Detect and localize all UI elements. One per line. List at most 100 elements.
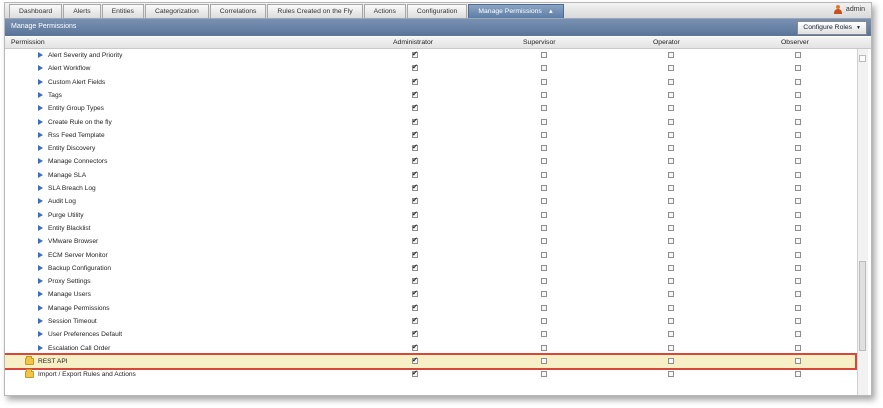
observer-checkbox[interactable]	[795, 331, 801, 338]
expand-arrow-icon[interactable]	[38, 318, 43, 324]
operator-checkbox[interactable]	[668, 52, 674, 58]
observer-checkbox[interactable]	[795, 224, 801, 231]
administrator-checkbox[interactable]	[412, 90, 418, 98]
supervisor-checkbox[interactable]	[541, 145, 547, 152]
administrator-checkbox[interactable]	[412, 329, 418, 338]
operator-checkbox[interactable]	[668, 105, 674, 112]
tab-entities[interactable]: Entities	[101, 4, 144, 18]
expand-arrow-icon[interactable]	[38, 78, 43, 85]
supervisor-checkbox[interactable]	[541, 131, 547, 138]
operator-checkbox[interactable]	[668, 185, 674, 191]
permission-row[interactable]: REST API	[5, 352, 857, 370]
expand-arrow-icon[interactable]	[38, 198, 43, 205]
expand-arrow-icon[interactable]	[38, 251, 43, 258]
permission-row[interactable]: Tags	[5, 89, 855, 102]
observer-checkbox[interactable]	[795, 344, 801, 351]
observer-checkbox[interactable]	[795, 357, 801, 364]
tab-menu-icon[interactable]: ▲	[548, 9, 554, 15]
tab-alerts[interactable]: Alerts	[63, 4, 101, 18]
permission-row[interactable]: VMware Browser	[5, 235, 855, 248]
permission-row[interactable]: Purge Utility	[5, 209, 855, 222]
supervisor-checkbox[interactable]	[541, 371, 547, 378]
configure-roles-button[interactable]: Configure Roles ▼	[797, 21, 867, 35]
operator-checkbox[interactable]	[668, 304, 674, 311]
observer-checkbox[interactable]	[795, 304, 801, 311]
observer-checkbox[interactable]	[795, 264, 801, 271]
operator-checkbox[interactable]	[668, 251, 674, 258]
administrator-checkbox[interactable]	[412, 369, 418, 378]
operator-checkbox[interactable]	[668, 158, 674, 165]
supervisor-checkbox[interactable]	[541, 344, 547, 351]
supervisor-checkbox[interactable]	[541, 198, 547, 205]
expand-arrow-icon[interactable]	[38, 278, 43, 285]
administrator-checkbox[interactable]	[412, 156, 418, 165]
expand-arrow-icon[interactable]	[38, 304, 43, 311]
supervisor-checkbox[interactable]	[541, 91, 547, 98]
operator-checkbox[interactable]	[668, 65, 674, 72]
operator-checkbox[interactable]	[668, 331, 674, 338]
administrator-checkbox[interactable]	[412, 196, 418, 205]
tab-dashboard[interactable]: Dashboard	[9, 4, 63, 18]
operator-checkbox[interactable]	[668, 91, 674, 98]
supervisor-checkbox[interactable]	[541, 331, 547, 338]
operator-checkbox[interactable]	[668, 145, 674, 152]
tab-configuration[interactable]: Configuration	[406, 4, 468, 18]
permission-row[interactable]: Entity Blacklist	[5, 222, 855, 235]
expand-arrow-icon[interactable]	[38, 131, 43, 138]
user-menu[interactable]: admin	[833, 5, 865, 14]
permission-row[interactable]: Backup Configuration	[5, 262, 855, 275]
administrator-checkbox[interactable]	[412, 103, 418, 112]
permission-row[interactable]: SLA Breach Log	[5, 182, 855, 195]
operator-checkbox[interactable]	[668, 238, 674, 245]
administrator-checkbox[interactable]	[412, 356, 418, 364]
permission-row[interactable]: ECM Server Monitor	[5, 249, 855, 262]
administrator-checkbox[interactable]	[412, 236, 418, 245]
supervisor-checkbox[interactable]	[541, 211, 547, 218]
administrator-checkbox[interactable]	[412, 343, 418, 351]
permission-row[interactable]: Manage SLA	[5, 169, 855, 182]
permission-row[interactable]: Manage Connectors	[5, 155, 855, 168]
administrator-checkbox[interactable]	[412, 50, 418, 58]
operator-checkbox[interactable]	[668, 318, 674, 324]
supervisor-checkbox[interactable]	[541, 264, 547, 271]
administrator-checkbox[interactable]	[412, 210, 418, 218]
operator-checkbox[interactable]	[668, 78, 674, 85]
administrator-checkbox[interactable]	[412, 250, 418, 258]
administrator-checkbox[interactable]	[412, 130, 418, 138]
administrator-checkbox[interactable]	[412, 276, 418, 285]
observer-checkbox[interactable]	[795, 91, 801, 98]
expand-arrow-icon[interactable]	[38, 344, 43, 351]
operator-checkbox[interactable]	[668, 291, 674, 298]
tab-correlations[interactable]: Correlations	[209, 4, 267, 18]
observer-checkbox[interactable]	[795, 371, 801, 378]
observer-checkbox[interactable]	[795, 65, 801, 72]
supervisor-checkbox[interactable]	[541, 224, 547, 231]
operator-checkbox[interactable]	[668, 171, 674, 178]
scroll-up-icon[interactable]	[859, 55, 866, 62]
administrator-checkbox[interactable]	[412, 63, 418, 72]
permission-row[interactable]: Create Rule on the fly	[5, 116, 855, 129]
operator-checkbox[interactable]	[668, 211, 674, 218]
operator-checkbox[interactable]	[668, 224, 674, 231]
supervisor-checkbox[interactable]	[541, 78, 547, 85]
operator-checkbox[interactable]	[668, 357, 674, 364]
tab-categorization[interactable]: Categorization	[144, 4, 209, 18]
observer-checkbox[interactable]	[795, 145, 801, 152]
permission-row[interactable]: Entity Discovery	[5, 142, 855, 155]
expand-arrow-icon[interactable]	[38, 65, 43, 72]
supervisor-checkbox[interactable]	[541, 171, 547, 178]
operator-checkbox[interactable]	[668, 371, 674, 378]
observer-checkbox[interactable]	[795, 158, 801, 165]
administrator-checkbox[interactable]	[412, 263, 418, 271]
vertical-scrollbar[interactable]	[857, 49, 868, 395]
observer-checkbox[interactable]	[795, 171, 801, 178]
administrator-checkbox[interactable]	[412, 183, 418, 191]
expand-arrow-icon[interactable]	[38, 52, 43, 58]
administrator-checkbox[interactable]	[412, 143, 418, 152]
expand-arrow-icon[interactable]	[38, 145, 43, 152]
observer-checkbox[interactable]	[795, 78, 801, 85]
operator-checkbox[interactable]	[668, 264, 674, 271]
operator-checkbox[interactable]	[668, 131, 674, 138]
observer-checkbox[interactable]	[795, 185, 801, 191]
tab-rules-created-on-the-fly[interactable]: Rules Created on the Fly	[267, 4, 363, 18]
